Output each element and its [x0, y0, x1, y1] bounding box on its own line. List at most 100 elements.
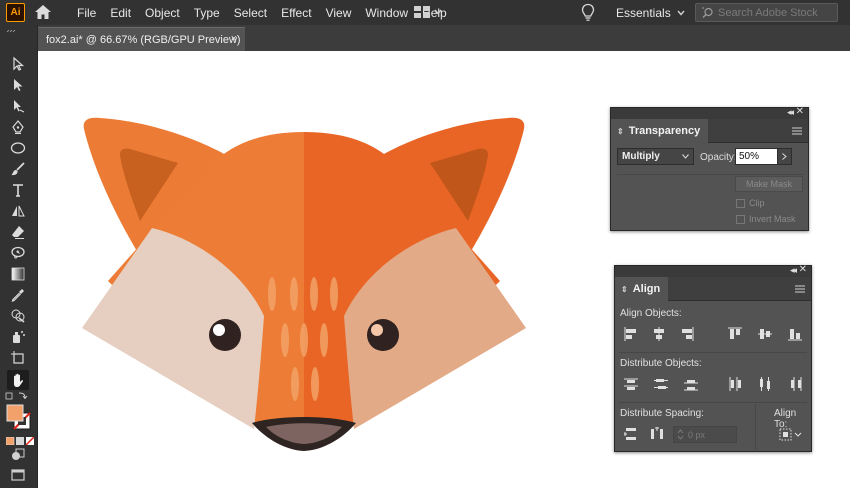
invert-mask-label: Invert Mask	[749, 214, 796, 224]
eraser-tool[interactable]	[7, 223, 29, 241]
close-icon[interactable]: ×	[231, 33, 237, 45]
blend-mode-value: Multiply	[622, 151, 660, 162]
tab-transparency[interactable]: ⇕ Transparency	[611, 119, 709, 143]
chevron-down-icon	[434, 9, 442, 15]
close-icon[interactable]: ✕	[799, 264, 807, 275]
stepper-icon	[677, 429, 684, 440]
gradient-tool[interactable]	[7, 265, 29, 283]
left-eye	[209, 319, 241, 351]
pen-tool[interactable]	[7, 118, 29, 136]
horizontal-distribute-space-icon[interactable]	[649, 426, 665, 442]
paintbrush-tool[interactable]	[7, 160, 29, 178]
align-to-label: Align To:	[774, 408, 797, 430]
home-icon[interactable]	[34, 4, 52, 20]
chevron-right-icon	[782, 153, 787, 160]
align-vertical-center-icon[interactable]	[757, 326, 773, 342]
align-left-icon[interactable]	[623, 326, 639, 342]
lasso-tool[interactable]	[7, 244, 29, 262]
expand-collapse-icon: ⇕	[617, 126, 624, 136]
fill-stroke-swatches[interactable]	[5, 391, 35, 435]
screen-mode-icon[interactable]	[7, 466, 29, 484]
opacity-label: Opacity:	[700, 152, 737, 163]
align-objects-label: Align Objects:	[620, 308, 682, 319]
grid-layout-icon	[414, 6, 430, 18]
chevron-down-icon	[677, 10, 685, 16]
make-mask-label: Make Mask	[745, 179, 792, 189]
menu-edit[interactable]: Edit	[103, 6, 138, 20]
distribute-right-icon[interactable]	[787, 376, 803, 392]
selection-tool[interactable]	[7, 55, 29, 73]
transparency-panel: ◂◂ ✕ ⇕ Transparency Multiply Opacity: 50…	[610, 106, 809, 231]
app-logo: Ai	[6, 3, 25, 22]
right-eye	[367, 319, 399, 351]
ellipse-tool[interactable]	[7, 139, 29, 157]
opacity-value: 50%	[739, 151, 760, 162]
reflect-tool[interactable]	[7, 202, 29, 220]
align-bottom-icon[interactable]	[787, 326, 803, 342]
direct-selection-tool[interactable]	[7, 76, 29, 94]
search-icon	[702, 7, 713, 18]
checkbox-icon	[736, 198, 745, 208]
distribute-vertical-center-icon[interactable]	[653, 376, 669, 392]
stock-search	[695, 3, 838, 22]
blend-mode-select[interactable]: Multiply	[617, 148, 694, 165]
drawing-modes-icon[interactable]	[7, 445, 29, 463]
align-panel: ◂◂ ✕ ⇕ Align Align Objects: Distribute O…	[614, 264, 812, 452]
checkbox-icon	[736, 214, 745, 224]
distribute-objects-label: Distribute Objects:	[620, 358, 702, 369]
collapse-panel-icon[interactable]: ◂◂	[790, 265, 797, 276]
search-input[interactable]	[718, 6, 836, 19]
tab-align[interactable]: ⇕ Align	[615, 277, 669, 301]
workspace-label: Essentials	[616, 5, 671, 20]
clip-label: Clip	[749, 198, 765, 208]
panel-menu-icon[interactable]	[792, 127, 802, 135]
align-to-selection-icon[interactable]	[779, 428, 803, 442]
artboard-tool[interactable]	[7, 349, 29, 367]
arrange-documents-button[interactable]	[414, 5, 446, 19]
menu-bar: Ai File Edit Object Type Select Effect V…	[0, 0, 850, 25]
hand-tool[interactable]	[7, 370, 29, 390]
menu-effect[interactable]: Effect	[274, 6, 318, 20]
main-menu: File Edit Object Type Select Effect View…	[70, 0, 454, 25]
spacing-field[interactable]: 0 px	[673, 426, 737, 443]
shape-builder-tool[interactable]	[7, 307, 29, 325]
type-tool[interactable]	[7, 181, 29, 199]
transparency-title: Transparency	[628, 125, 701, 137]
workspace-switcher[interactable]: Essentials	[606, 3, 695, 22]
group-selection-tool[interactable]	[7, 97, 29, 115]
distribute-top-icon[interactable]	[623, 376, 639, 392]
distribute-spacing-label: Distribute Spacing:	[620, 408, 704, 419]
distribute-left-icon[interactable]	[727, 376, 743, 392]
tools-panel	[0, 25, 38, 488]
menu-type[interactable]: Type	[187, 6, 227, 20]
chevron-down-icon	[682, 154, 689, 159]
distribute-bottom-icon[interactable]	[683, 376, 699, 392]
panel-collapse-icon[interactable]	[6, 29, 16, 33]
document-tab-bar: fox2.ai* @ 66.67% (RGB/GPU Preview) ×	[38, 25, 850, 51]
menu-view[interactable]: View	[319, 6, 359, 20]
eyedropper-tool[interactable]	[7, 286, 29, 304]
vertical-distribute-space-icon[interactable]	[623, 426, 639, 442]
make-mask-button[interactable]: Make Mask	[735, 176, 803, 192]
symbol-sprayer-tool[interactable]	[7, 328, 29, 346]
panel-menu-icon[interactable]	[795, 285, 805, 293]
distribute-horizontal-center-icon[interactable]	[757, 376, 773, 392]
align-top-icon[interactable]	[727, 326, 743, 342]
document-tab-title: fox2.ai* @ 66.67% (RGB/GPU Preview)	[46, 33, 241, 46]
menu-window[interactable]: Window	[358, 6, 415, 20]
align-right-icon[interactable]	[679, 326, 695, 342]
collapse-panel-icon[interactable]: ◂◂	[787, 107, 794, 118]
menu-file[interactable]: File	[70, 6, 103, 20]
align-horizontal-center-icon[interactable]	[651, 326, 667, 342]
document-tab[interactable]: fox2.ai* @ 66.67% (RGB/GPU Preview) ×	[38, 27, 245, 51]
color-mode-buttons[interactable]	[6, 437, 34, 445]
menu-select[interactable]: Select	[227, 6, 274, 20]
lightbulb-icon[interactable]	[581, 3, 595, 22]
menu-object[interactable]: Object	[138, 6, 187, 20]
opacity-slider-button[interactable]	[777, 148, 792, 165]
expand-collapse-icon: ⇕	[621, 284, 628, 294]
clip-checkbox[interactable]: Clip	[736, 198, 765, 208]
invert-mask-checkbox[interactable]: Invert Mask	[736, 214, 796, 224]
align-title: Align	[632, 283, 661, 295]
close-icon[interactable]: ✕	[796, 106, 804, 117]
